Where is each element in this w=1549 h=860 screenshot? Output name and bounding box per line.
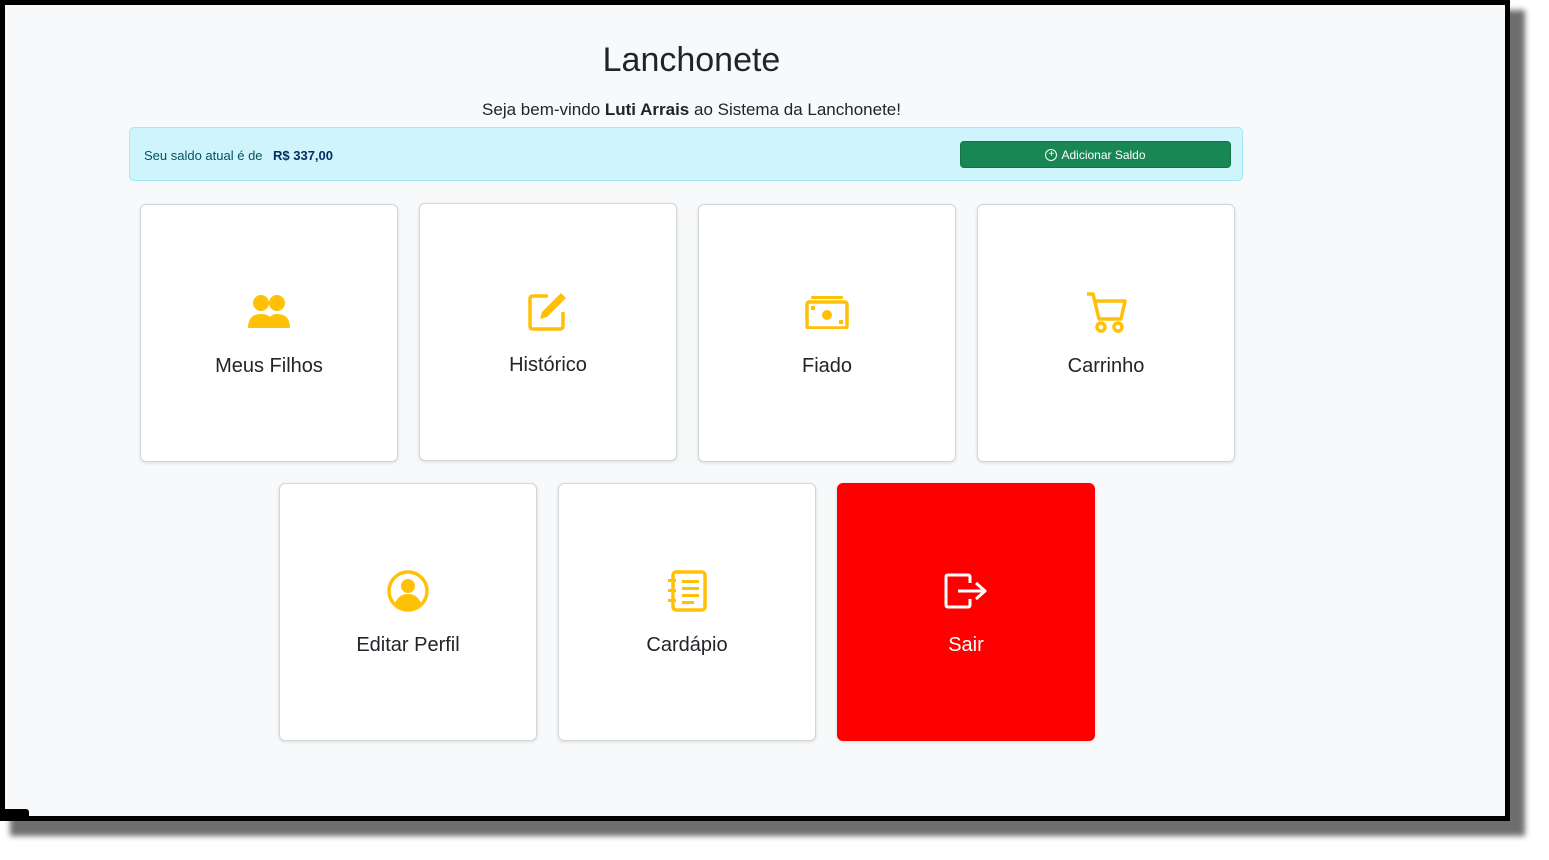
card-label: Fiado bbox=[801, 355, 853, 377]
card-label: Histórico bbox=[509, 354, 587, 376]
welcome-prefix: Seja bem-vindo bbox=[482, 100, 605, 119]
welcome-suffix: ao Sistema da Lanchonete! bbox=[689, 100, 901, 119]
welcome-message: Seja bem-vindo Luti Arrais ao Sistema da… bbox=[5, 100, 1378, 120]
balance-value: R$ 337,00 bbox=[273, 148, 333, 163]
logout-icon bbox=[838, 570, 1094, 612]
plus-circle-icon: + bbox=[1045, 148, 1058, 161]
card-label: Sair bbox=[948, 634, 984, 656]
card-carrinho[interactable]: Carrinho bbox=[977, 204, 1235, 462]
page-title: Lanchonete bbox=[602, 41, 781, 79]
edit-icon bbox=[420, 290, 676, 332]
add-balance-label: Adicionar Saldo bbox=[1061, 147, 1146, 162]
card-label: Cardápio bbox=[646, 634, 728, 656]
card-meus-filhos[interactable]: Meus Filhos bbox=[140, 204, 398, 462]
card-cardapio[interactable]: Cardápio bbox=[558, 483, 816, 741]
card-editar-perfil[interactable]: Editar Perfil bbox=[279, 483, 537, 741]
corner-tab bbox=[5, 809, 29, 816]
balance-label: Seu saldo atual é de bbox=[144, 148, 263, 163]
cash-icon bbox=[699, 291, 955, 333]
user-circle-icon bbox=[280, 570, 536, 612]
card-label: Meus Filhos bbox=[215, 355, 323, 377]
card-label: Carrinho bbox=[1067, 355, 1145, 377]
card-label: Editar Perfil bbox=[356, 634, 460, 656]
card-sair[interactable]: Sair bbox=[837, 483, 1095, 741]
cart-icon bbox=[978, 291, 1234, 333]
card-fiado[interactable]: Fiado bbox=[698, 204, 956, 462]
add-balance-button[interactable]: + Adicionar Saldo bbox=[960, 141, 1231, 168]
card-historico[interactable]: Histórico bbox=[419, 203, 677, 461]
app-window: Lanchonete Seja bem-vindo Luti Arrais ao… bbox=[0, 0, 1510, 821]
people-icon bbox=[141, 291, 397, 333]
menu-list-icon bbox=[559, 570, 815, 612]
user-name: Luti Arrais bbox=[604, 100, 690, 119]
balance-alert: Seu saldo atual é de R$ 337,00 + Adicion… bbox=[129, 127, 1243, 181]
